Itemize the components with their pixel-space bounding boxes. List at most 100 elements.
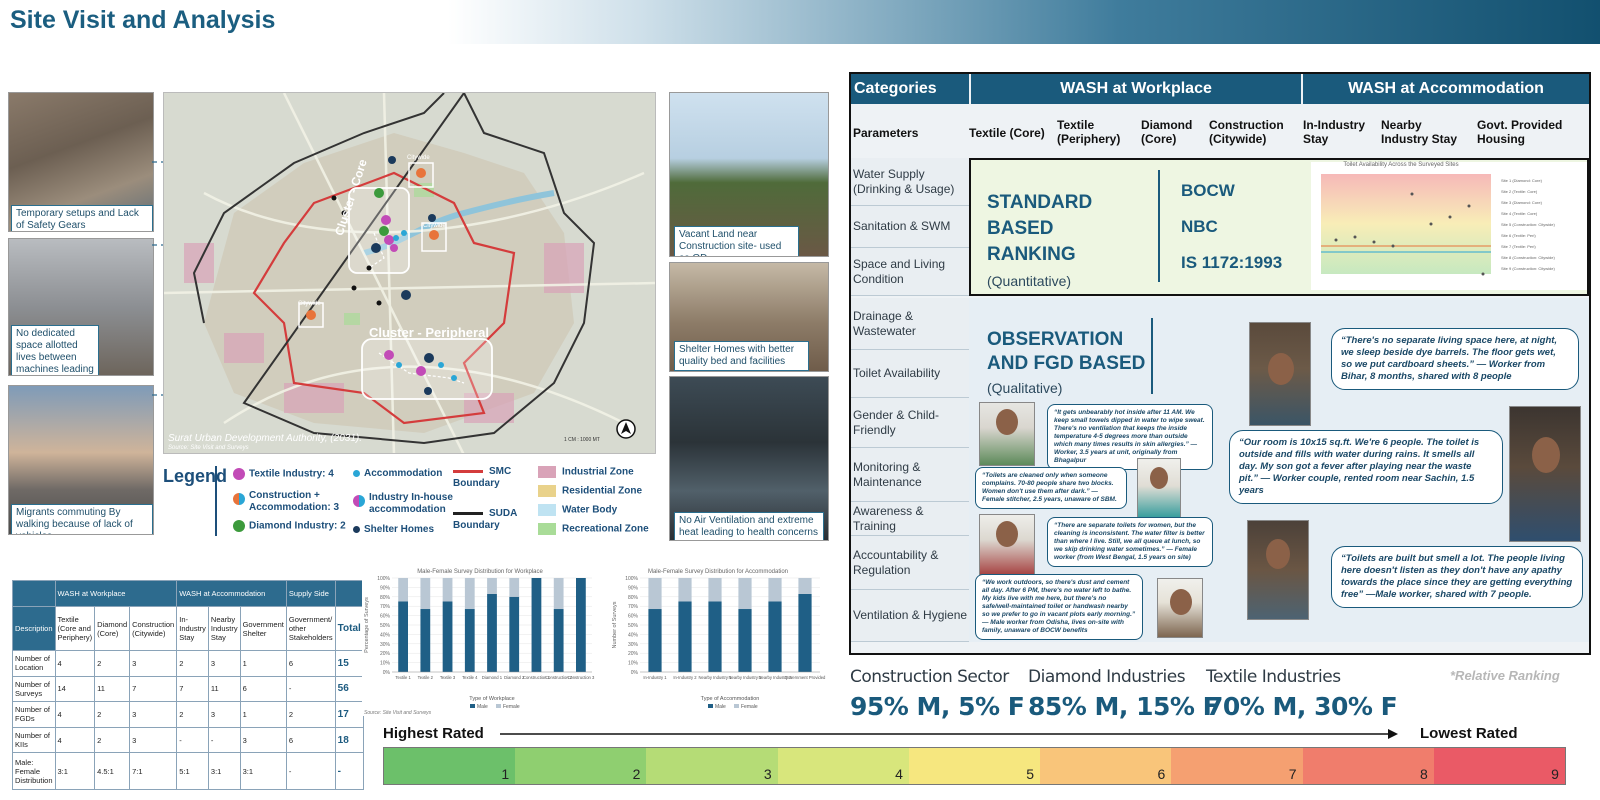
north-arrow: [616, 419, 636, 439]
row-label: Water Supply (Drinking & Usage): [851, 158, 969, 206]
cell: 2: [176, 701, 209, 728]
cell: 2: [94, 650, 131, 677]
x-tick-label: Textile 1: [395, 675, 411, 680]
param-construction: Construction (Citywide): [1209, 118, 1284, 146]
x-tick-label: Government Provided: [785, 675, 826, 680]
quote-bubble: “Our room is 10x15 sq.ft. We're 6 people…: [1229, 430, 1503, 504]
cell: 7: [129, 675, 178, 703]
y-tick-label: 70%: [380, 604, 391, 610]
y-tick-label: 60%: [628, 614, 639, 620]
bar-male: [442, 601, 453, 672]
bar-female: [553, 578, 564, 610]
bar-male: [553, 609, 564, 672]
table-row: Number of KIIs 4 2 3- -3 6 18: [12, 726, 364, 754]
svg-text:Site 2 (Textile: Core): Site 2 (Textile: Core): [1501, 189, 1538, 194]
lowest-rated-label: Lowest Rated: [1420, 725, 1518, 742]
row-label: Number of FGDs: [12, 701, 56, 728]
column-header: Government Shelter: [239, 606, 287, 651]
legend-swatch: [734, 704, 739, 708]
bar-female: [738, 578, 752, 610]
photo-vacant-land: Vacant Land near Construction site- used…: [669, 92, 829, 257]
x-tick-label: Textile 3: [440, 675, 456, 680]
legend-item: Water Body: [538, 504, 617, 517]
total-cell: 17: [334, 701, 364, 728]
svg-text:Site 9 (Construction: Citywide: Site 9 (Construction: Citywide): [1501, 266, 1555, 271]
param-textile-periphery: Textile (Periphery): [1057, 118, 1121, 146]
cell: 3: [129, 650, 178, 677]
legend-label: Industrial Zone: [562, 466, 634, 478]
observation-title: OBSERVATION AND FGD BASED (Qualitative): [987, 328, 1157, 400]
scale-level-label: 6: [1157, 766, 1166, 782]
row-label: Drainage & Wastewater: [851, 298, 969, 350]
row-label: Number of KIIs: [12, 726, 56, 754]
toilet-chart-graphic: Site 1 (Diamond: Core) Site 2 (Textile: C…: [1321, 174, 1555, 276]
bar-male: [398, 601, 408, 672]
column-header: Description: [12, 606, 56, 651]
photo-caption: No dedicated space allotted lives betwee…: [11, 325, 99, 375]
photo-shelter-home: Shelter Homes with better quality bed an…: [669, 262, 829, 372]
y-axis-label: Percentage of Surveys: [364, 597, 370, 653]
bar-female: [648, 578, 662, 610]
scale-level-7: 7: [1171, 748, 1303, 784]
map-credit: Surat Urban Development Authority, (2031…: [168, 433, 362, 444]
y-tick-label: 0%: [383, 670, 391, 676]
bar-male: [798, 593, 812, 672]
y-tick-label: 10%: [380, 661, 391, 667]
scale-level-8: 8: [1302, 748, 1434, 784]
legend-swatch: [470, 704, 475, 708]
bar-male: [464, 609, 475, 672]
quote-bubble: “There's no separate living space here, …: [1331, 328, 1579, 390]
row-label: Awareness & Training: [851, 502, 969, 536]
scale-level-6: 6: [1040, 748, 1172, 784]
cell: 2: [94, 726, 131, 754]
cluster-peripheral-label: Cluster - Peripheral: [369, 325, 489, 340]
cell: 4: [54, 650, 96, 677]
x-tick-label: In-Industry 1: [643, 675, 667, 680]
group-accommodation: WASH at Accommodation: [176, 580, 287, 607]
bar-male: [420, 609, 431, 672]
x-tick-label: Textile 4: [462, 675, 478, 680]
table-row: Number of FGDs 4 2 3 2 3 1 2 17: [12, 701, 364, 728]
y-tick-label: 30%: [380, 642, 391, 648]
header-categories: Categories: [851, 74, 969, 104]
standard-sub-text: (Quantitative): [987, 273, 1072, 289]
cell: 2: [285, 701, 336, 728]
highest-rated-label: Highest Rated: [383, 725, 484, 742]
total-cell: 56: [334, 675, 364, 703]
y-tick-label: 40%: [628, 632, 639, 638]
legend-label: Construction + Accommodation: 3: [249, 490, 340, 513]
bar-male: [708, 601, 722, 672]
column-header: Government/ other Stakeholders: [285, 606, 336, 651]
legend-label: Male: [477, 704, 488, 710]
bar-male: [768, 601, 782, 672]
legend-swatch: [708, 704, 713, 708]
legend-label: Female: [741, 704, 758, 710]
bar-female: [398, 578, 408, 602]
site-map[interactable]: Cluster - Core Cluster - Peripheral City…: [163, 92, 656, 454]
photo-street-commute: Migrants commuting By walking because of…: [8, 385, 154, 535]
legend-divider: [215, 466, 217, 536]
scale-level-label: 8: [1419, 766, 1428, 782]
row-label: Number of Location: [12, 650, 56, 677]
y-tick-label: 90%: [628, 585, 639, 591]
legend-item: Shelter Homes: [353, 524, 434, 536]
textile-dot-icon: [233, 468, 245, 480]
y-tick-label: 10%: [628, 661, 639, 667]
worker-portrait: [1137, 458, 1181, 520]
column-header: In-Industry Stay: [176, 606, 209, 651]
cell: 11: [207, 675, 241, 703]
cell: 1: [239, 701, 287, 728]
observation-title-text: OBSERVATION AND FGD BASED: [987, 329, 1146, 374]
toilet-availability-chart: Toilet Availability Across the Surveyed …: [1311, 162, 1587, 290]
x-tick-label: Construction 3: [567, 675, 595, 680]
x-tick-label: In-Industry 2: [673, 675, 697, 680]
sector-name: Diamond Industries: [1028, 667, 1186, 687]
cell: 11: [94, 675, 131, 703]
table-row: Number of Surveys 14 11 7 7 11 6-56: [12, 675, 364, 703]
bar-female: [708, 578, 722, 602]
accommodation-survey-chart: Male-Female Survey Distribution for Acco…: [610, 566, 826, 716]
x-tick-label: Nearby Industry 1: [698, 675, 732, 680]
total-cell: 15: [334, 650, 364, 677]
recreational-zone-swatch: [538, 523, 556, 535]
row-label: Gender & Child-Friendly: [851, 398, 969, 448]
